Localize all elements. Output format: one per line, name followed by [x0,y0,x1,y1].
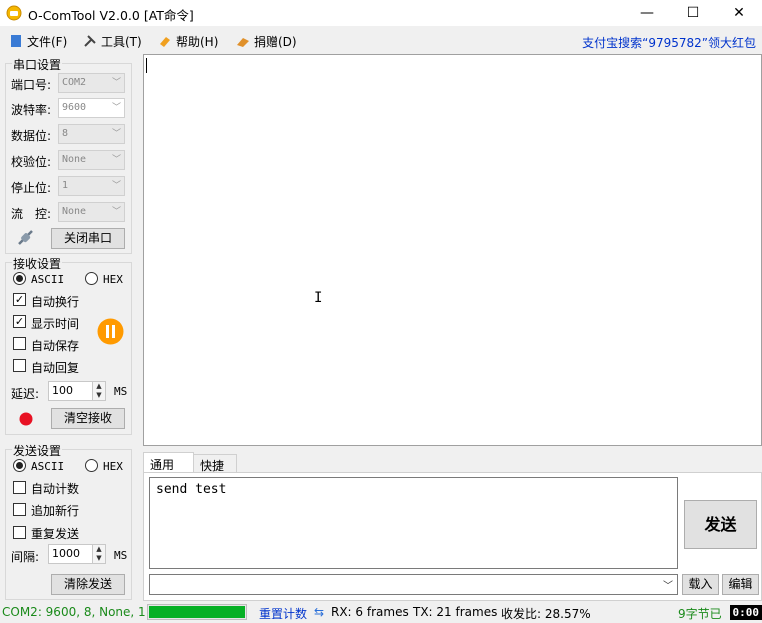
rx-count: RX: 6 frames [331,605,409,619]
reset-count-link[interactable]: 重置计数 [259,605,307,622]
send-hex-label: HEX [103,460,123,473]
plug-icon[interactable] [16,229,36,247]
receive-textarea[interactable]: I [143,54,762,446]
receive-settings-title: 接收设置 [12,255,63,272]
auto-reply-checkbox[interactable] [13,359,26,372]
delay-label: 延迟: [11,387,40,401]
flow-label: 流 控: [11,207,52,221]
menu-file[interactable]: 文件(F) [9,32,67,50]
port-label: 端口号: [11,78,52,92]
receive-ascii-label: ASCII [31,273,65,286]
chevron-down-icon: ﹀ [111,207,121,217]
flow-select[interactable]: None ﹀ [58,202,125,222]
repeat-send-checkbox[interactable] [13,526,26,539]
auto-save-checkbox[interactable] [13,337,26,350]
chevron-down-icon: ﹀ [663,581,673,592]
parity-select[interactable]: None ﹀ [58,150,125,170]
send-ascii-radio[interactable] [13,459,26,472]
databits-select[interactable]: 8 ﹀ [58,124,125,144]
progress-bar [147,604,247,620]
minimize-button[interactable]: — [624,0,670,26]
load-button[interactable]: 载入 [682,574,719,595]
append-newline-label: 追加新行 [31,504,80,518]
clear-receive-button[interactable]: 清空接收 [51,408,125,429]
close-port-button[interactable]: 关闭串口 [51,228,125,249]
edit-button[interactable]: 编辑 [722,574,759,595]
help-icon [160,37,170,47]
status-bar: COM2: 9600, 8, None, 1 重置计数 ⇆ RX: 6 fram… [0,602,762,623]
clear-send-button[interactable]: 清除发送 [51,574,125,595]
baud-label: 波特率: [11,103,52,117]
donate-icon [237,38,249,47]
tools-icon [84,35,96,47]
parity-label: 校验位: [11,155,52,169]
ibeam-cursor-icon: I [314,290,323,306]
show-time-label: 显示时间 [31,317,80,331]
menu-donate[interactable]: 捐赠(D) [236,32,297,50]
chevron-down-icon: ﹀ [111,155,121,165]
send-settings-title: 发送设置 [12,442,63,459]
append-newline-checkbox[interactable] [13,503,26,516]
text-caret [146,58,147,73]
tab-general[interactable]: 通用 [143,452,194,473]
databits-label: 数据位: [11,129,52,143]
send-ascii-label: ASCII [31,460,65,473]
send-textarea[interactable]: send test [149,477,678,569]
interval-input[interactable]: 1000 ▲ ▼ [48,544,106,564]
maximize-button[interactable]: ☐ [670,0,716,26]
delay-unit: MS [114,385,128,398]
interval-label: 间隔: [11,550,40,564]
port-select[interactable]: COM2 ﹀ [58,73,125,93]
interval-unit: MS [114,549,128,562]
port-status: COM2: 9600, 8, None, 1 [2,605,146,619]
file-icon [11,35,21,47]
chevron-down-icon: ﹀ [111,181,121,191]
auto-count-label: 自动计数 [31,482,80,496]
auto-wrap-label: 自动换行 [31,295,80,309]
menu-help[interactable]: 帮助(H) [158,32,218,50]
stopbits-select[interactable]: 1 ﹀ [58,176,125,196]
delay-input[interactable]: 100 ▲ ▼ [48,381,106,401]
stopbits-label: 停止位: [11,181,52,195]
chevron-down-icon: ﹀ [111,103,121,113]
pause-icon[interactable] [97,318,124,345]
spin-up-icon: ▲ [92,382,105,391]
send-button[interactable]: 发送 [684,500,757,549]
history-select[interactable]: ﹀ [149,574,678,595]
receive-hex-label: HEX [103,273,123,286]
menu-bar: 文件(F) 工具(T) 帮助(H) 捐赠(D) 支付宝搜索“9795782”领大… [0,28,762,52]
title-bar: O-ComTool V2.0.0 [AT命令] — ☐ ✕ [0,0,762,26]
spin-up-icon: ▲ [92,545,105,554]
tab-quick[interactable]: 快捷 [193,454,237,473]
auto-reply-label: 自动回复 [31,361,80,375]
auto-save-label: 自动保存 [31,339,80,353]
repeat-send-label: 重复发送 [31,527,80,541]
swap-icon[interactable]: ⇆ [314,605,324,619]
serial-settings-title: 串口设置 [12,56,63,73]
chevron-down-icon: ﹀ [111,129,121,139]
app-logo-icon [6,5,22,21]
ratio-text: 收发比: 28.57% [501,607,591,621]
spin-down-icon: ▼ [92,391,105,400]
close-window-button[interactable]: ✕ [716,0,762,26]
receive-ascii-radio[interactable] [13,272,26,285]
record-icon[interactable] [19,412,33,426]
receive-hex-radio[interactable] [85,272,98,285]
menu-tools[interactable]: 工具(T) [83,32,142,50]
chevron-down-icon: ﹀ [111,78,121,88]
auto-count-checkbox[interactable] [13,481,26,494]
sent-bytes: 9字节已 [678,607,722,621]
show-time-checkbox[interactable]: ✓ [13,315,26,328]
tx-count: TX: 21 frames [413,605,498,619]
spin-down-icon: ▼ [92,554,105,563]
clock-display: 0:00 [729,605,762,620]
send-hex-radio[interactable] [85,459,98,472]
progress-fill [149,606,245,618]
window-title: O-ComTool V2.0.0 [AT命令] [28,8,194,23]
promo-link[interactable]: 支付宝搜索“9795782”领大红包 [582,34,756,51]
baud-select[interactable]: 9600 ﹀ [58,98,125,118]
auto-wrap-checkbox[interactable]: ✓ [13,293,26,306]
